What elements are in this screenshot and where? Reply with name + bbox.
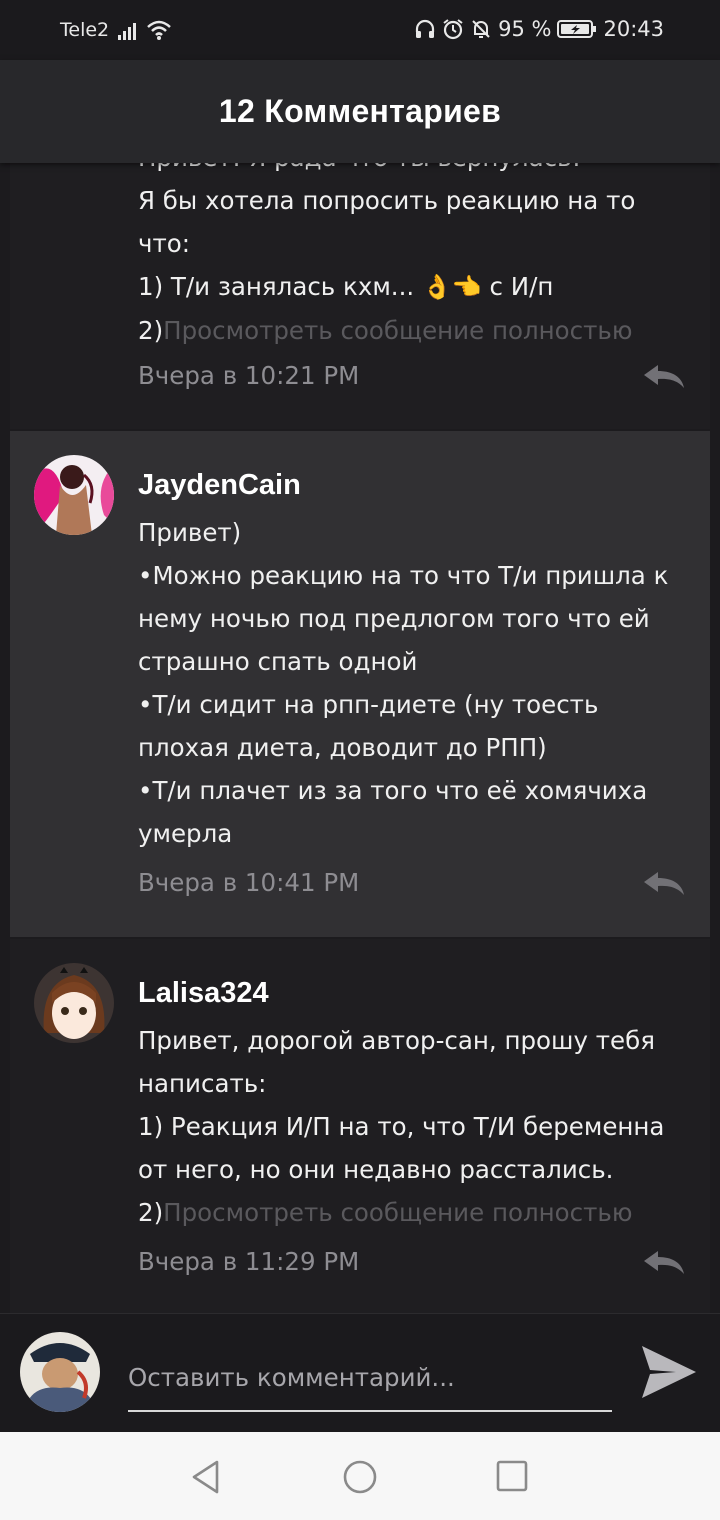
show-full-message-link[interactable]: Просмотреть сообщение полностью bbox=[163, 1198, 632, 1227]
comment-line: Я бы хотела попросить реакцию на то bbox=[138, 186, 636, 215]
home-icon[interactable] bbox=[342, 1459, 378, 1495]
reply-icon[interactable] bbox=[640, 868, 686, 898]
comment-line: 1) Т/и занялась кхм... 👌👈 с И/п bbox=[138, 272, 554, 301]
send-icon[interactable] bbox=[640, 1344, 698, 1400]
user-avatar[interactable] bbox=[20, 1332, 100, 1412]
comment-item[interactable]: JaydenCain Привет) •Можно реакцию на то … bbox=[10, 431, 710, 937]
comment-timestamp: Вчера в 10:41 PM bbox=[138, 868, 360, 897]
comment-line: Привет! Я рада что ты вернулась! ^^ bbox=[138, 163, 698, 179]
status-bar: Tele2 95 % 20:43 bbox=[0, 0, 720, 60]
comment-username[interactable]: Lalisa324 bbox=[138, 977, 269, 1010]
wifi-icon bbox=[147, 20, 171, 40]
avatar[interactable] bbox=[34, 963, 114, 1043]
comment-line: •Можно реакцию на то что Т/и пришла к bbox=[138, 561, 669, 590]
comment-item[interactable]: Привет! Я рада что ты вернулась! ^^ Я бы… bbox=[10, 163, 710, 429]
comment-body: Привет! Я рада что ты вернулась! ^^ Я бы… bbox=[138, 163, 698, 352]
back-icon[interactable] bbox=[189, 1459, 223, 1495]
system-nav-bar bbox=[0, 1432, 720, 1520]
comment-line: 2)Просмотреть сообщение полностью bbox=[138, 1198, 633, 1227]
headphones-icon bbox=[416, 19, 435, 38]
comment-line: написать: bbox=[138, 1069, 267, 1098]
show-full-message-link[interactable]: Просмотреть сообщение полностью bbox=[163, 316, 632, 345]
comment-line: •Т/и плачет из за того что её хомячиха bbox=[138, 776, 648, 805]
comment-line: от него, но они недавно расстались. bbox=[138, 1155, 614, 1184]
comment-body: Привет) •Можно реакцию на то что Т/и при… bbox=[138, 511, 698, 855]
comment-line: 1) Реакция И/П на то, что Т/И беременна bbox=[138, 1112, 665, 1141]
comments-header: 12 Комментариев bbox=[0, 60, 720, 163]
comment-body: Привет, дорогой автор-сан, прошу тебя на… bbox=[138, 1019, 698, 1234]
comment-line: умерла bbox=[138, 819, 233, 848]
comment-line: Привет) bbox=[138, 518, 242, 547]
comment-line: что: bbox=[138, 229, 190, 258]
comment-line: плохая диета, доводит до РПП) bbox=[138, 733, 547, 762]
clock: 20:43 bbox=[603, 17, 664, 41]
emoji-group: 👌👈 bbox=[421, 273, 482, 301]
comment-timestamp: Вчера в 10:21 PM bbox=[138, 361, 360, 390]
carrier-name: Tele2 bbox=[60, 19, 110, 41]
avatar-image bbox=[34, 963, 114, 1043]
alarm-icon bbox=[443, 19, 463, 40]
mute-icon bbox=[472, 20, 490, 38]
comment-line: Привет, дорогой автор-сан, прошу тебя bbox=[138, 1026, 655, 1055]
comment-item[interactable]: Lalisa324 Привет, дорогой автор-сан, про… bbox=[10, 939, 710, 1313]
battery-percent: 95 % bbox=[498, 17, 552, 41]
reply-icon[interactable] bbox=[640, 1247, 686, 1277]
signal-icon bbox=[118, 23, 136, 40]
comment-line: нему ночью под предлогом того что ей bbox=[138, 604, 650, 633]
comment-input[interactable] bbox=[128, 1344, 612, 1412]
page-title: 12 Комментариев bbox=[218, 93, 502, 129]
battery-icon bbox=[557, 20, 597, 38]
comment-input-bar bbox=[0, 1313, 720, 1432]
user-avatar-image bbox=[20, 1332, 100, 1412]
reply-icon[interactable] bbox=[640, 361, 686, 391]
comment-username[interactable]: JaydenCain bbox=[138, 469, 301, 502]
comment-list[interactable]: Привет! Я рада что ты вернулась! ^^ Я бы… bbox=[10, 163, 710, 1313]
comment-timestamp: Вчера в 11:29 PM bbox=[138, 1247, 360, 1276]
avatar-image bbox=[34, 455, 114, 535]
recents-icon[interactable] bbox=[495, 1459, 529, 1493]
comment-line: страшно спать одной bbox=[138, 647, 418, 676]
avatar[interactable] bbox=[34, 455, 114, 535]
comment-line: 2)Просмотреть сообщение полностью bbox=[138, 316, 633, 345]
comment-line: •Т/и сидит на рпп-диете (ну тоесть bbox=[138, 690, 599, 719]
status-right-group: 95 % 20:43 bbox=[414, 17, 664, 41]
